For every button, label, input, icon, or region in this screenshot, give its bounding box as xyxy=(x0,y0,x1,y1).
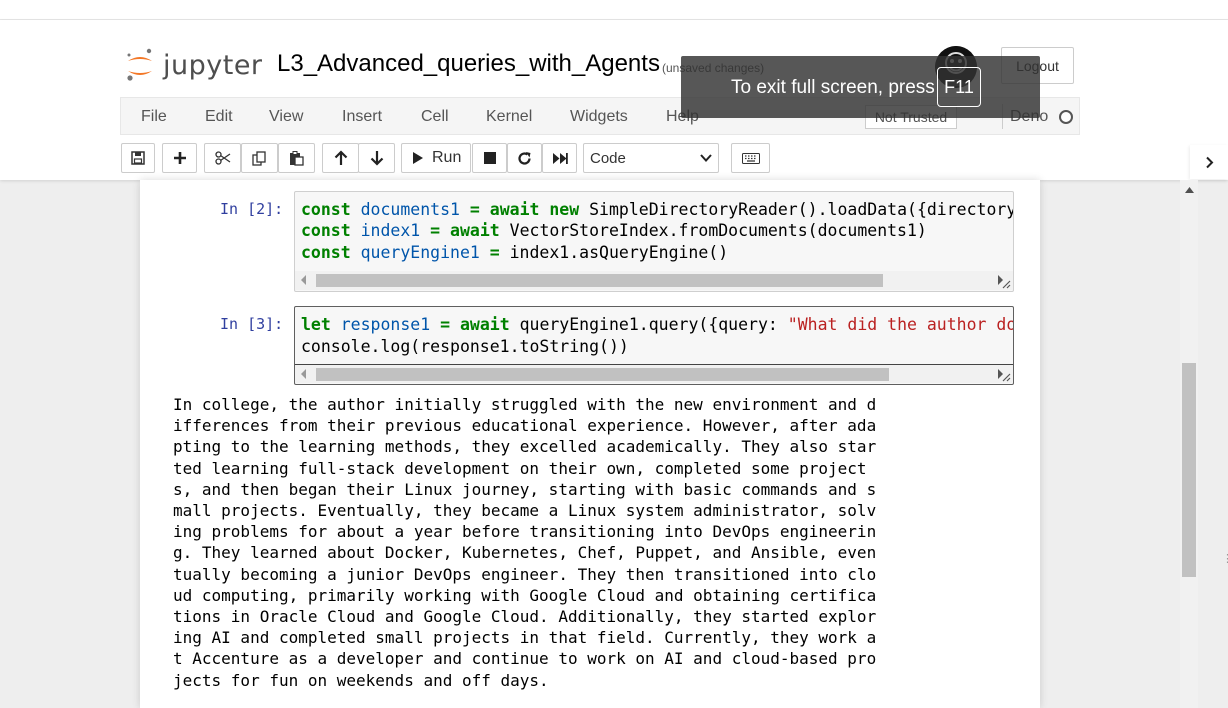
scrollbar-thumb[interactable] xyxy=(316,368,889,381)
run-button[interactable]: Run xyxy=(401,143,471,173)
add-cell-button[interactable] xyxy=(162,143,197,173)
cut-button[interactable] xyxy=(204,143,241,173)
save-icon xyxy=(131,151,145,165)
cell-type-select[interactable]: Code xyxy=(583,143,719,173)
move-down-button[interactable] xyxy=(358,143,395,173)
run-label: Run xyxy=(432,149,462,166)
copy-button[interactable] xyxy=(241,143,278,173)
browser-top-strip xyxy=(0,0,1228,20)
fullscreen-notice-text: To exit full screen, press xyxy=(731,77,935,98)
interrupt-button[interactable] xyxy=(472,143,507,173)
notebook-title[interactable]: L3_Advanced_queries_with_Agents xyxy=(277,50,660,78)
code-line: const index1 = await VectorStoreIndex.fr… xyxy=(301,221,927,240)
output-line: s, and then began their Linux journey, s… xyxy=(173,479,877,499)
kernel-idle-indicator xyxy=(1059,110,1073,124)
resize-grip-icon[interactable] xyxy=(1001,372,1011,382)
menu-edit[interactable]: Edit xyxy=(205,108,233,126)
output-line: t Accenture as a developer and continue … xyxy=(173,649,877,669)
cell-prompt: In [3]: xyxy=(220,315,284,333)
paste-button[interactable] xyxy=(278,143,315,173)
menu-kernel[interactable]: Kernel xyxy=(486,108,532,126)
code-line: const queryEngine1 = index1.asQueryEngin… xyxy=(301,243,729,262)
logo-text: jupyter xyxy=(163,49,263,81)
output-line: ud computing, primarily working with Goo… xyxy=(173,585,877,605)
command-palette-button[interactable] xyxy=(731,143,770,173)
code-cell-selected[interactable]: let response1 = await queryEngine1.query… xyxy=(294,306,1014,385)
horizontal-scrollbar[interactable] xyxy=(295,271,1013,290)
f11-key-badge: F11 xyxy=(937,67,981,107)
copy-icon xyxy=(252,150,266,166)
cut-icon xyxy=(214,151,230,165)
menu-cell[interactable]: Cell xyxy=(421,108,449,126)
run-icon xyxy=(413,152,423,164)
scroll-up-icon xyxy=(1184,187,1194,193)
output-line: pting to the learning methods, they exce… xyxy=(173,437,877,457)
code-line: let response1 = await queryEngine1.query… xyxy=(301,315,1014,334)
output-line: tually becoming a junior DevOps engineer… xyxy=(173,564,877,584)
cell-type-value: Code xyxy=(590,149,626,167)
fast-forward-icon xyxy=(552,152,568,164)
menu-file[interactable]: File xyxy=(141,108,167,126)
code-line: const documents1 = await new SimpleDirec… xyxy=(301,200,1014,219)
cell-output: In college, the author initially struggl… xyxy=(173,394,883,691)
output-line: mall projects. Eventually, they became a… xyxy=(173,501,877,521)
scroll-up-button[interactable] xyxy=(1180,183,1198,197)
output-line: ifferences from their previous education… xyxy=(173,416,877,436)
menu-widgets[interactable]: Widgets xyxy=(570,108,628,126)
move-up-button[interactable] xyxy=(322,143,359,173)
menu-view[interactable]: View xyxy=(269,108,303,126)
save-button[interactable] xyxy=(121,143,155,173)
scrollbar-thumb[interactable] xyxy=(316,274,883,287)
jupyter-logo[interactable]: jupyter xyxy=(125,47,263,83)
chevron-down-icon xyxy=(700,154,712,162)
output-line: ted learning full-stack development on t… xyxy=(173,458,867,478)
cell-prompt: In [2]: xyxy=(220,200,284,218)
code-cell[interactable]: const documents1 = await new SimpleDirec… xyxy=(294,191,1014,292)
move-up-icon xyxy=(334,150,347,165)
stop-icon xyxy=(483,152,496,164)
paste-icon xyxy=(290,150,304,166)
restart-run-all-button[interactable] xyxy=(542,143,577,173)
jupyter-logo-icon xyxy=(127,48,152,81)
code-line: console.log(response1.toString()) xyxy=(301,337,629,356)
restart-icon xyxy=(518,151,531,165)
fullscreen-notice: To exit full screen, press F11 xyxy=(681,56,1040,118)
scrollbar-thumb[interactable] xyxy=(1182,363,1196,577)
add-cell-icon xyxy=(173,152,186,164)
resize-grip-icon[interactable] xyxy=(1001,279,1011,289)
menu-insert[interactable]: Insert xyxy=(342,108,382,126)
drag-handle-icon[interactable]: ⋮ xyxy=(1222,552,1228,565)
scroll-left-icon[interactable] xyxy=(301,369,307,379)
horizontal-scrollbar[interactable] xyxy=(295,364,1013,383)
output-line: ing problems for about a year before tra… xyxy=(173,522,877,542)
output-line: tions in Oracle Cloud and Google Cloud. … xyxy=(173,607,877,627)
keyboard-icon xyxy=(741,152,760,164)
side-panel-toggle[interactable] xyxy=(1190,145,1228,179)
output-line: In college, the author initially struggl… xyxy=(173,395,877,414)
chevron-right-icon xyxy=(1205,156,1213,168)
scroll-left-icon[interactable] xyxy=(301,275,307,285)
output-line: ing AI and completed small projects in t… xyxy=(173,628,877,648)
output-line: jects for fun on weekends and off days. xyxy=(173,670,549,690)
output-line: g. They learned about Docker, Kubernetes… xyxy=(173,543,877,563)
page-scrollbar[interactable] xyxy=(1180,180,1198,708)
move-down-icon xyxy=(370,151,383,166)
restart-button[interactable] xyxy=(507,143,542,173)
